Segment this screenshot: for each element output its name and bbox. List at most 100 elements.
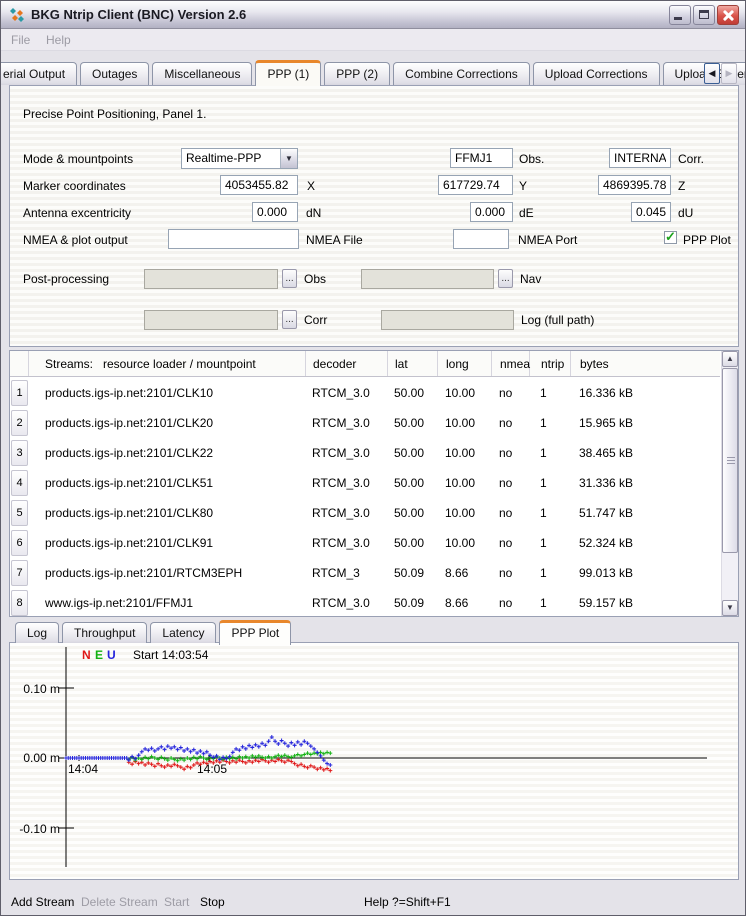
obs-mountpoint-field[interactable]	[450, 148, 513, 168]
maximize-button[interactable]	[693, 5, 715, 25]
header-decoder[interactable]: decoder	[306, 351, 388, 376]
marker-coordinates-label: Marker coordinates	[23, 179, 126, 193]
streams-table-header: Streams: resource loader / mountpoint de…	[10, 351, 720, 377]
scrollbar-thumb[interactable]	[722, 368, 738, 553]
post-obs-field[interactable]	[144, 269, 278, 289]
table-row[interactable]: 6products.igs-ip.net:2101/CLK91RTCM_3.05…	[10, 528, 720, 558]
cell-long: 10.00	[437, 416, 491, 430]
header-ntrip[interactable]: ntrip	[530, 351, 571, 376]
table-row[interactable]: 3products.igs-ip.net:2101/CLK22RTCM_3.05…	[10, 438, 720, 468]
status-bar: Add Stream Delete Stream Start Stop Help…	[1, 883, 745, 915]
streams-rows: 1products.igs-ip.net:2101/CLK10RTCM_3.05…	[10, 378, 720, 617]
post-corr-field[interactable]	[144, 310, 278, 330]
post-processing-label: Post-processing	[23, 272, 109, 286]
tab-upload-corrections[interactable]: Upload Corrections	[533, 62, 660, 85]
post-nav-field[interactable]	[361, 269, 494, 289]
obs-label: Obs.	[519, 152, 544, 166]
table-row[interactable]: 5products.igs-ip.net:2101/CLK80RTCM_3.05…	[10, 498, 720, 528]
cell-long: 10.00	[437, 476, 491, 490]
mode-combobox[interactable]: Realtime-PPP ▼	[181, 148, 298, 169]
post-obs-label: Obs	[304, 272, 326, 286]
header-bytes[interactable]: bytes	[571, 351, 720, 376]
cell-lat: 50.00	[387, 386, 437, 400]
cell-num: 2	[11, 410, 28, 436]
header-lat[interactable]: lat	[388, 351, 438, 376]
header-long[interactable]: long	[438, 351, 492, 376]
bottom-tab-latency[interactable]: Latency	[150, 622, 216, 643]
cell-decoder: RTCM_3.0	[305, 536, 387, 550]
cell-decoder: RTCM_3.0	[305, 416, 387, 430]
table-row[interactable]: 4products.igs-ip.net:2101/CLK51RTCM_3.05…	[10, 468, 720, 498]
header-gutter	[10, 351, 29, 376]
add-stream-button[interactable]: Add Stream	[11, 895, 74, 909]
maximize-icon	[699, 10, 709, 19]
marker-z-field[interactable]	[598, 175, 671, 195]
stop-button[interactable]: Stop	[200, 895, 225, 909]
tab-miscellaneous[interactable]: Miscellaneous	[152, 62, 252, 85]
bottom-tab-log[interactable]: Log	[15, 622, 59, 643]
table-row[interactable]: 2products.igs-ip.net:2101/CLK20RTCM_3.05…	[10, 408, 720, 438]
cell-lat: 50.00	[387, 536, 437, 550]
header-mountpoint[interactable]: Streams: resource loader / mountpoint	[29, 351, 306, 376]
scroll-down-icon[interactable]: ▼	[722, 600, 738, 616]
cell-nmea: no	[491, 536, 529, 550]
cell-decoder: RTCM_3.0	[305, 386, 387, 400]
table-row[interactable]: 1products.igs-ip.net:2101/CLK10RTCM_3.05…	[10, 378, 720, 408]
table-row[interactable]: 7products.igs-ip.net:2101/RTCM3EPHRTCM_3…	[10, 558, 720, 588]
antenna-excentricity-label: Antenna excentricity	[23, 206, 131, 220]
marker-x-field[interactable]	[220, 175, 298, 195]
post-obs-browse-button[interactable]: ...	[282, 269, 297, 288]
menu-help[interactable]: Help	[46, 33, 71, 47]
cell-ntrip: 1	[529, 566, 570, 580]
cell-long: 10.00	[437, 506, 491, 520]
tab-combine-corrections[interactable]: Combine Corrections	[393, 62, 530, 85]
cell-bytes: 38.465 kB	[570, 446, 720, 460]
marker-y-field[interactable]	[438, 175, 513, 195]
cell-decoder: RTCM_3	[305, 566, 387, 580]
cell-nmea: no	[491, 416, 529, 430]
tab-scroll-left-icon[interactable]: ◀	[704, 63, 720, 84]
cell-nmea: no	[491, 386, 529, 400]
table-scrollbar[interactable]: ▲ ▼	[721, 351, 738, 616]
cell-ntrip: 1	[529, 536, 570, 550]
post-nav-browse-button[interactable]: ...	[498, 269, 513, 288]
nmea-file-label: NMEA File	[306, 233, 363, 247]
cell-nmea: no	[491, 476, 529, 490]
close-button[interactable]	[717, 5, 739, 25]
cell-nmea: no	[491, 506, 529, 520]
cell-mountpoint: products.igs-ip.net:2101/CLK20	[28, 416, 305, 430]
tab-ppp-1[interactable]: PPP (1)	[255, 60, 321, 86]
start-button[interactable]: Start	[164, 895, 189, 909]
minimize-button[interactable]	[669, 5, 691, 25]
cell-num: 6	[11, 530, 28, 556]
cell-mountpoint: products.igs-ip.net:2101/CLK91	[28, 536, 305, 550]
marker-x-label: X	[307, 179, 315, 193]
nmea-file-field[interactable]	[168, 229, 299, 249]
antenna-de-field[interactable]	[470, 202, 513, 222]
delete-stream-button[interactable]: Delete Stream	[81, 895, 158, 909]
post-log-field[interactable]	[381, 310, 514, 330]
cell-ntrip: 1	[529, 506, 570, 520]
bottom-tab-ppp-plot[interactable]: PPP Plot	[219, 620, 291, 645]
scroll-up-icon[interactable]: ▲	[722, 351, 738, 367]
antenna-dn-field[interactable]	[252, 202, 298, 222]
tab-erial-output[interactable]: erial Output	[1, 62, 77, 85]
table-row[interactable]: 8www.igs-ip.net:2101/FFMJ1RTCM_3.050.098…	[10, 588, 720, 617]
corr-mountpoint-field[interactable]	[609, 148, 671, 168]
tab-ppp-2[interactable]: PPP (2)	[324, 62, 390, 85]
tab-scroll-right-icon[interactable]: ▶	[721, 63, 737, 84]
cell-num: 8	[11, 590, 28, 616]
header-nmea[interactable]: nmea	[492, 351, 530, 376]
bottom-tab-throughput[interactable]: Throughput	[62, 622, 147, 643]
post-corr-browse-button[interactable]: ...	[282, 310, 297, 329]
help-shortcut-label[interactable]: Help ?=Shift+F1	[364, 895, 451, 909]
marker-y-label: Y	[519, 179, 527, 193]
tab-outages[interactable]: Outages	[80, 62, 149, 85]
ppp-plot-checkbox[interactable]: ✓	[664, 231, 677, 244]
title-bar[interactable]: BKG Ntrip Client (BNC) Version 2.6	[1, 1, 745, 29]
menu-file[interactable]: File	[11, 33, 30, 47]
antenna-du-field[interactable]	[631, 202, 671, 222]
main-tab-bar: erial OutputOutagesMiscellaneousPPP (1)P…	[1, 58, 746, 86]
chevron-down-icon[interactable]: ▼	[280, 149, 297, 168]
nmea-port-field[interactable]	[453, 229, 509, 249]
